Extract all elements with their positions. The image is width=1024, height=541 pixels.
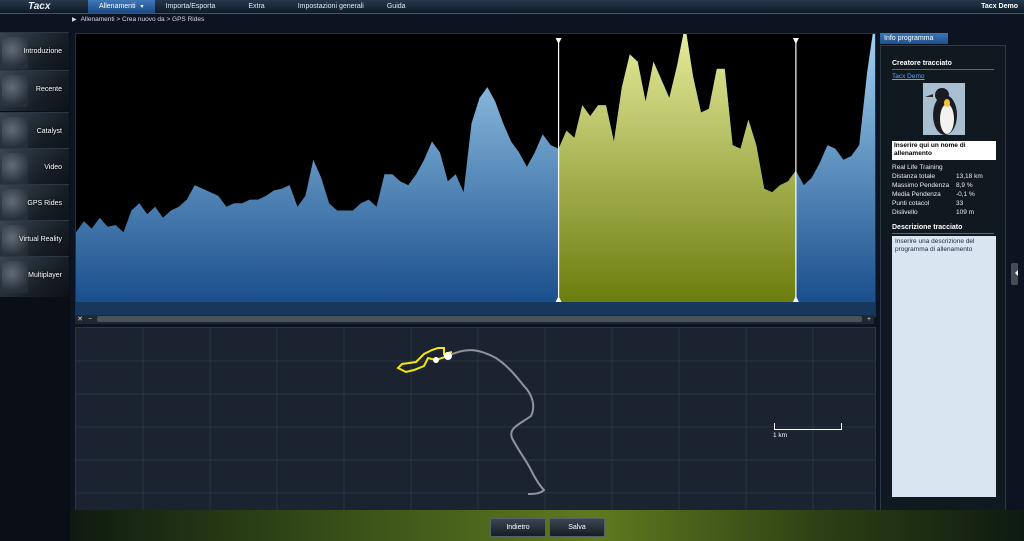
description-heading: Descrizione tracciato: [892, 224, 963, 231]
top-menu-bar: Tacx Allenamenti ▾ Importa/Esporta Extra…: [0, 0, 1024, 14]
chevron-down-icon: ▾: [140, 4, 144, 10]
stat-row: Massimo Pendenza 8,9 %: [892, 181, 997, 190]
tab-info-programma[interactable]: Info programma: [880, 33, 948, 44]
profile-scrollbar[interactable]: ✕ − +: [75, 315, 874, 324]
sidebar-item-label: Recente: [35, 86, 62, 93]
stat-row: Dislivello 109 m: [892, 208, 997, 217]
stat-value: 109 m: [956, 209, 975, 216]
stat-label: Punti cotacol: [892, 200, 930, 207]
map-grid: [76, 328, 875, 510]
menu-impostazioni[interactable]: Impostazioni generali: [287, 0, 375, 13]
route-map[interactable]: 1 km: [75, 327, 876, 511]
stat-value: 13,18 km: [956, 173, 983, 180]
sidebar-item-label: Catalyst: [36, 128, 62, 135]
sidebar-item-catalyst[interactable]: Catalyst: [0, 112, 69, 153]
route-start-marker: [433, 357, 439, 363]
stat-label: Media Pendenza: [892, 191, 941, 198]
stat-label: Massimo Pendenza: [892, 182, 950, 189]
triangle-right-icon: ▶: [72, 17, 77, 23]
sidebar-item-recente[interactable]: Recente: [0, 70, 69, 111]
info-panel: Creatore tracciato Tacx Demo Inserire qu…: [880, 45, 1006, 511]
sidebar-item-multiplayer[interactable]: Multiplayer: [0, 256, 69, 297]
recente-thumbnail-icon: [2, 75, 28, 107]
penguin-icon: [923, 83, 965, 135]
zoom-in-icon[interactable]: +: [864, 315, 874, 324]
menu-importa-esporta[interactable]: Importa/Esporta: [155, 0, 227, 13]
zoom-reset-icon[interactable]: ✕: [75, 315, 85, 324]
stat-row: Distanza totale 13,18 km: [892, 172, 997, 181]
back-button[interactable]: Indietro: [490, 518, 546, 537]
sidebar-item-gps-rides[interactable]: GPS Rides: [0, 184, 69, 225]
handle-top-triangle-icon[interactable]: [792, 38, 799, 44]
elevation-profile-chart[interactable]: [76, 34, 875, 316]
stat-value: -0,1 %: [956, 191, 975, 198]
creator-heading: Creatore tracciato: [892, 60, 952, 67]
save-button[interactable]: Salva: [549, 518, 605, 537]
sidebar-item-label: GPS Rides: [27, 200, 62, 207]
panel-collapse-icon[interactable]: [1011, 263, 1018, 285]
elevation-profile-panel[interactable]: [75, 33, 876, 317]
sidebar-item-label: Introduzione: [23, 48, 62, 55]
route-selected-segment: [396, 347, 453, 374]
zoom-out-icon[interactable]: −: [85, 315, 95, 324]
heading-divider: [892, 69, 994, 70]
user-name[interactable]: Tacx Demo: [981, 0, 1018, 13]
stat-row: Media Pendenza -0,1 %: [892, 190, 997, 199]
map-scale-label: 1 km: [773, 432, 788, 439]
multiplayer-thumbnail-icon: [2, 261, 28, 293]
route-position-marker[interactable]: [444, 352, 452, 360]
menu-extra[interactable]: Extra: [226, 0, 286, 13]
sidebar-item-label: Virtual Reality: [18, 236, 62, 243]
training-type: Real Life Training: [892, 164, 943, 171]
breadcrumb: ▶ Allenamenti > Crea nuovo da > GPS Rides: [72, 15, 204, 25]
stat-label: Dislivello: [892, 209, 918, 216]
map-scale-bar: [774, 423, 842, 430]
creator-link[interactable]: Tacx Demo: [892, 73, 925, 80]
sidebar-item-label: Video: [44, 164, 62, 171]
sidebar-item-virtual-reality[interactable]: Virtual Reality: [0, 220, 69, 261]
footer-background: [70, 510, 1024, 541]
heading-divider: [892, 233, 994, 234]
selected-segment-area: [558, 34, 796, 302]
route-stats: Real Life Training Distanza totale 13,18 …: [892, 163, 997, 217]
catalyst-thumbnail-icon: [2, 117, 28, 149]
stat-label: Distanza totale: [892, 173, 935, 180]
handle-top-triangle-icon[interactable]: [555, 38, 562, 44]
main-menu: Allenamenti ▾ Importa/Esporta Extra Impo…: [88, 0, 424, 13]
penguin-avatar-image: [923, 83, 965, 135]
program-name-input[interactable]: Inserire qui un nome di allenamento: [892, 141, 996, 160]
profile-baseline: [76, 302, 875, 316]
sidebar: Introduzione Recente Catalyst Video GPS …: [0, 32, 70, 541]
stat-value: 8,9 %: [956, 182, 973, 189]
breadcrumb-text: Allenamenti > Crea nuovo da > GPS Rides: [80, 16, 205, 23]
description-textarea[interactable]: Inserire una descrizione del programma d…: [892, 236, 996, 497]
stat-row: Punti cotacol 33: [892, 199, 997, 208]
sidebar-item-label: Multiplayer: [28, 272, 62, 279]
scrollbar-thumb[interactable]: [97, 316, 862, 322]
stat-value: 33: [956, 200, 964, 207]
menu-allenamenti[interactable]: Allenamenti ▾: [88, 0, 155, 13]
stat-type: Real Life Training: [892, 163, 997, 172]
gps-rides-thumbnail-icon: [2, 189, 28, 221]
menu-allenamenti-label: Allenamenti: [99, 3, 136, 10]
sidebar-item-introduzione[interactable]: Introduzione: [0, 32, 69, 73]
sidebar-item-video[interactable]: Video: [0, 148, 69, 189]
menu-guida[interactable]: Guida: [375, 0, 424, 13]
tacx-logo: Tacx: [28, 1, 51, 12]
video-thumbnail-icon: [2, 153, 28, 185]
route-path: [447, 349, 546, 495]
route-map-canvas[interactable]: [76, 328, 875, 510]
